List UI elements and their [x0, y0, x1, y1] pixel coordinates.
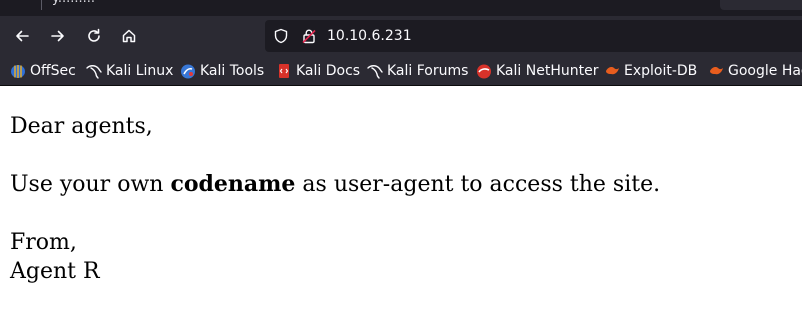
reload-button[interactable]: [82, 24, 106, 48]
arrow-right-icon: [51, 30, 64, 42]
exploit-db-icon: [606, 67, 619, 75]
tab-separator: [41, 0, 42, 10]
instruction-text-post: as user-agent to access the site.: [295, 172, 661, 197]
kali-docs-icon: [279, 64, 289, 78]
bookmark-label: Kali Docs: [296, 63, 361, 79]
arrow-left-icon: [16, 30, 29, 42]
bookmark-label: Kali Forums: [387, 63, 469, 79]
bookmark-label: Kali NetHunter: [496, 63, 599, 79]
signature: Agent R: [10, 259, 100, 284]
url-text[interactable]: 10.10.6.231: [327, 20, 412, 52]
page-content: Dear agents, Use your own codename as us…: [10, 87, 790, 286]
shield-icon[interactable]: [273, 28, 289, 44]
bookmark-offsec[interactable]: OffSec: [10, 56, 76, 85]
bookmark-kali-nethunter[interactable]: Kali NetHunter: [476, 56, 599, 85]
instruction-text-pre: Use your own: [10, 172, 171, 197]
address-bar[interactable]: 10.10.6.231: [265, 20, 802, 52]
instruction-line: Use your own codename as user-agent to a…: [10, 170, 790, 199]
bookmark-kali-docs[interactable]: Kali Docs: [276, 56, 361, 85]
kali-tools-icon: [181, 64, 195, 79]
greeting: Dear agents,: [10, 114, 153, 139]
bookmark-label: OffSec: [30, 63, 76, 79]
bookmarks-toolbar: OffSec Kali Linux Kali Tools Kali Docs K…: [0, 56, 802, 86]
bookmark-label: Kali Tools: [200, 63, 265, 79]
bookmark-exploit-db[interactable]: Exploit-DB: [604, 56, 698, 85]
tab-strip: y.........: [0, 0, 802, 16]
tab-strip-control[interactable]: [720, 0, 802, 10]
back-button[interactable]: [10, 24, 34, 48]
kali-dragon-icon: [86, 65, 102, 79]
codename-emphasis: codename: [170, 171, 296, 197]
bookmark-label: Exploit-DB: [624, 63, 698, 79]
sign-off: From, Agent R: [10, 228, 790, 286]
bookmark-kali-linux[interactable]: Kali Linux: [86, 56, 174, 85]
offsec-icon: [11, 65, 25, 78]
forward-button[interactable]: [46, 24, 70, 48]
bookmark-kali-tools[interactable]: Kali Tools: [180, 56, 265, 85]
nethunter-icon: [477, 64, 491, 79]
bookmark-kali-forums[interactable]: Kali Forums: [367, 56, 469, 85]
bookmark-label: Kali Linux: [106, 63, 174, 79]
reload-icon: [88, 28, 100, 42]
home-icon: [122, 29, 136, 43]
active-tab-title[interactable]: y.........: [52, 0, 95, 7]
ghdb-icon: [710, 67, 723, 75]
kali-dragon-icon: [367, 65, 383, 79]
lock-insecure-icon[interactable]: [301, 28, 317, 44]
home-button[interactable]: [117, 24, 141, 48]
bookmark-label: Google Hac: [728, 63, 802, 79]
from-line: From,: [10, 230, 77, 255]
navigation-toolbar: 10.10.6.231: [0, 16, 802, 56]
bookmark-google-hacking[interactable]: Google Hac: [708, 56, 802, 85]
